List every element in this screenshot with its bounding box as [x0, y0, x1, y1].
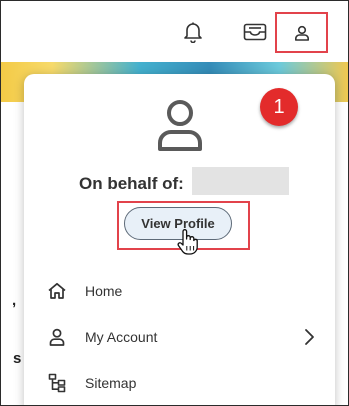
hand-cursor-icon	[176, 228, 200, 256]
background-text-fragment: s	[13, 350, 22, 367]
inbox-button[interactable]	[241, 20, 269, 44]
user-icon	[46, 326, 68, 348]
sitemap-icon	[46, 372, 68, 394]
on-behalf-label: On behalf of:	[79, 174, 184, 193]
inbox-icon	[243, 23, 267, 41]
step-badge: 1	[260, 88, 298, 126]
menu-item-label: My Account	[85, 329, 158, 345]
user-icon	[294, 25, 309, 41]
home-icon	[46, 280, 68, 302]
menu-item-my-account[interactable]: My Account	[46, 322, 316, 352]
menu-item-home[interactable]: Home	[46, 276, 316, 306]
chevron-right-icon[interactable]	[302, 327, 316, 347]
redacted-name	[192, 167, 289, 195]
avatar	[155, 98, 205, 152]
background-text-fragment: ,	[12, 292, 17, 309]
menu-item-label: Home	[85, 283, 123, 299]
menu-item-sitemap[interactable]: Sitemap	[46, 368, 316, 398]
bell-icon	[184, 22, 202, 43]
user-avatar-icon	[158, 100, 202, 151]
profile-popup: 1 On behalf of: View Profile Home My Acc	[24, 74, 335, 406]
notifications-button[interactable]	[181, 20, 205, 44]
profile-menu-button[interactable]	[275, 12, 328, 53]
menu-item-label: Sitemap	[85, 375, 137, 391]
top-navigation-bar	[0, 0, 349, 62]
